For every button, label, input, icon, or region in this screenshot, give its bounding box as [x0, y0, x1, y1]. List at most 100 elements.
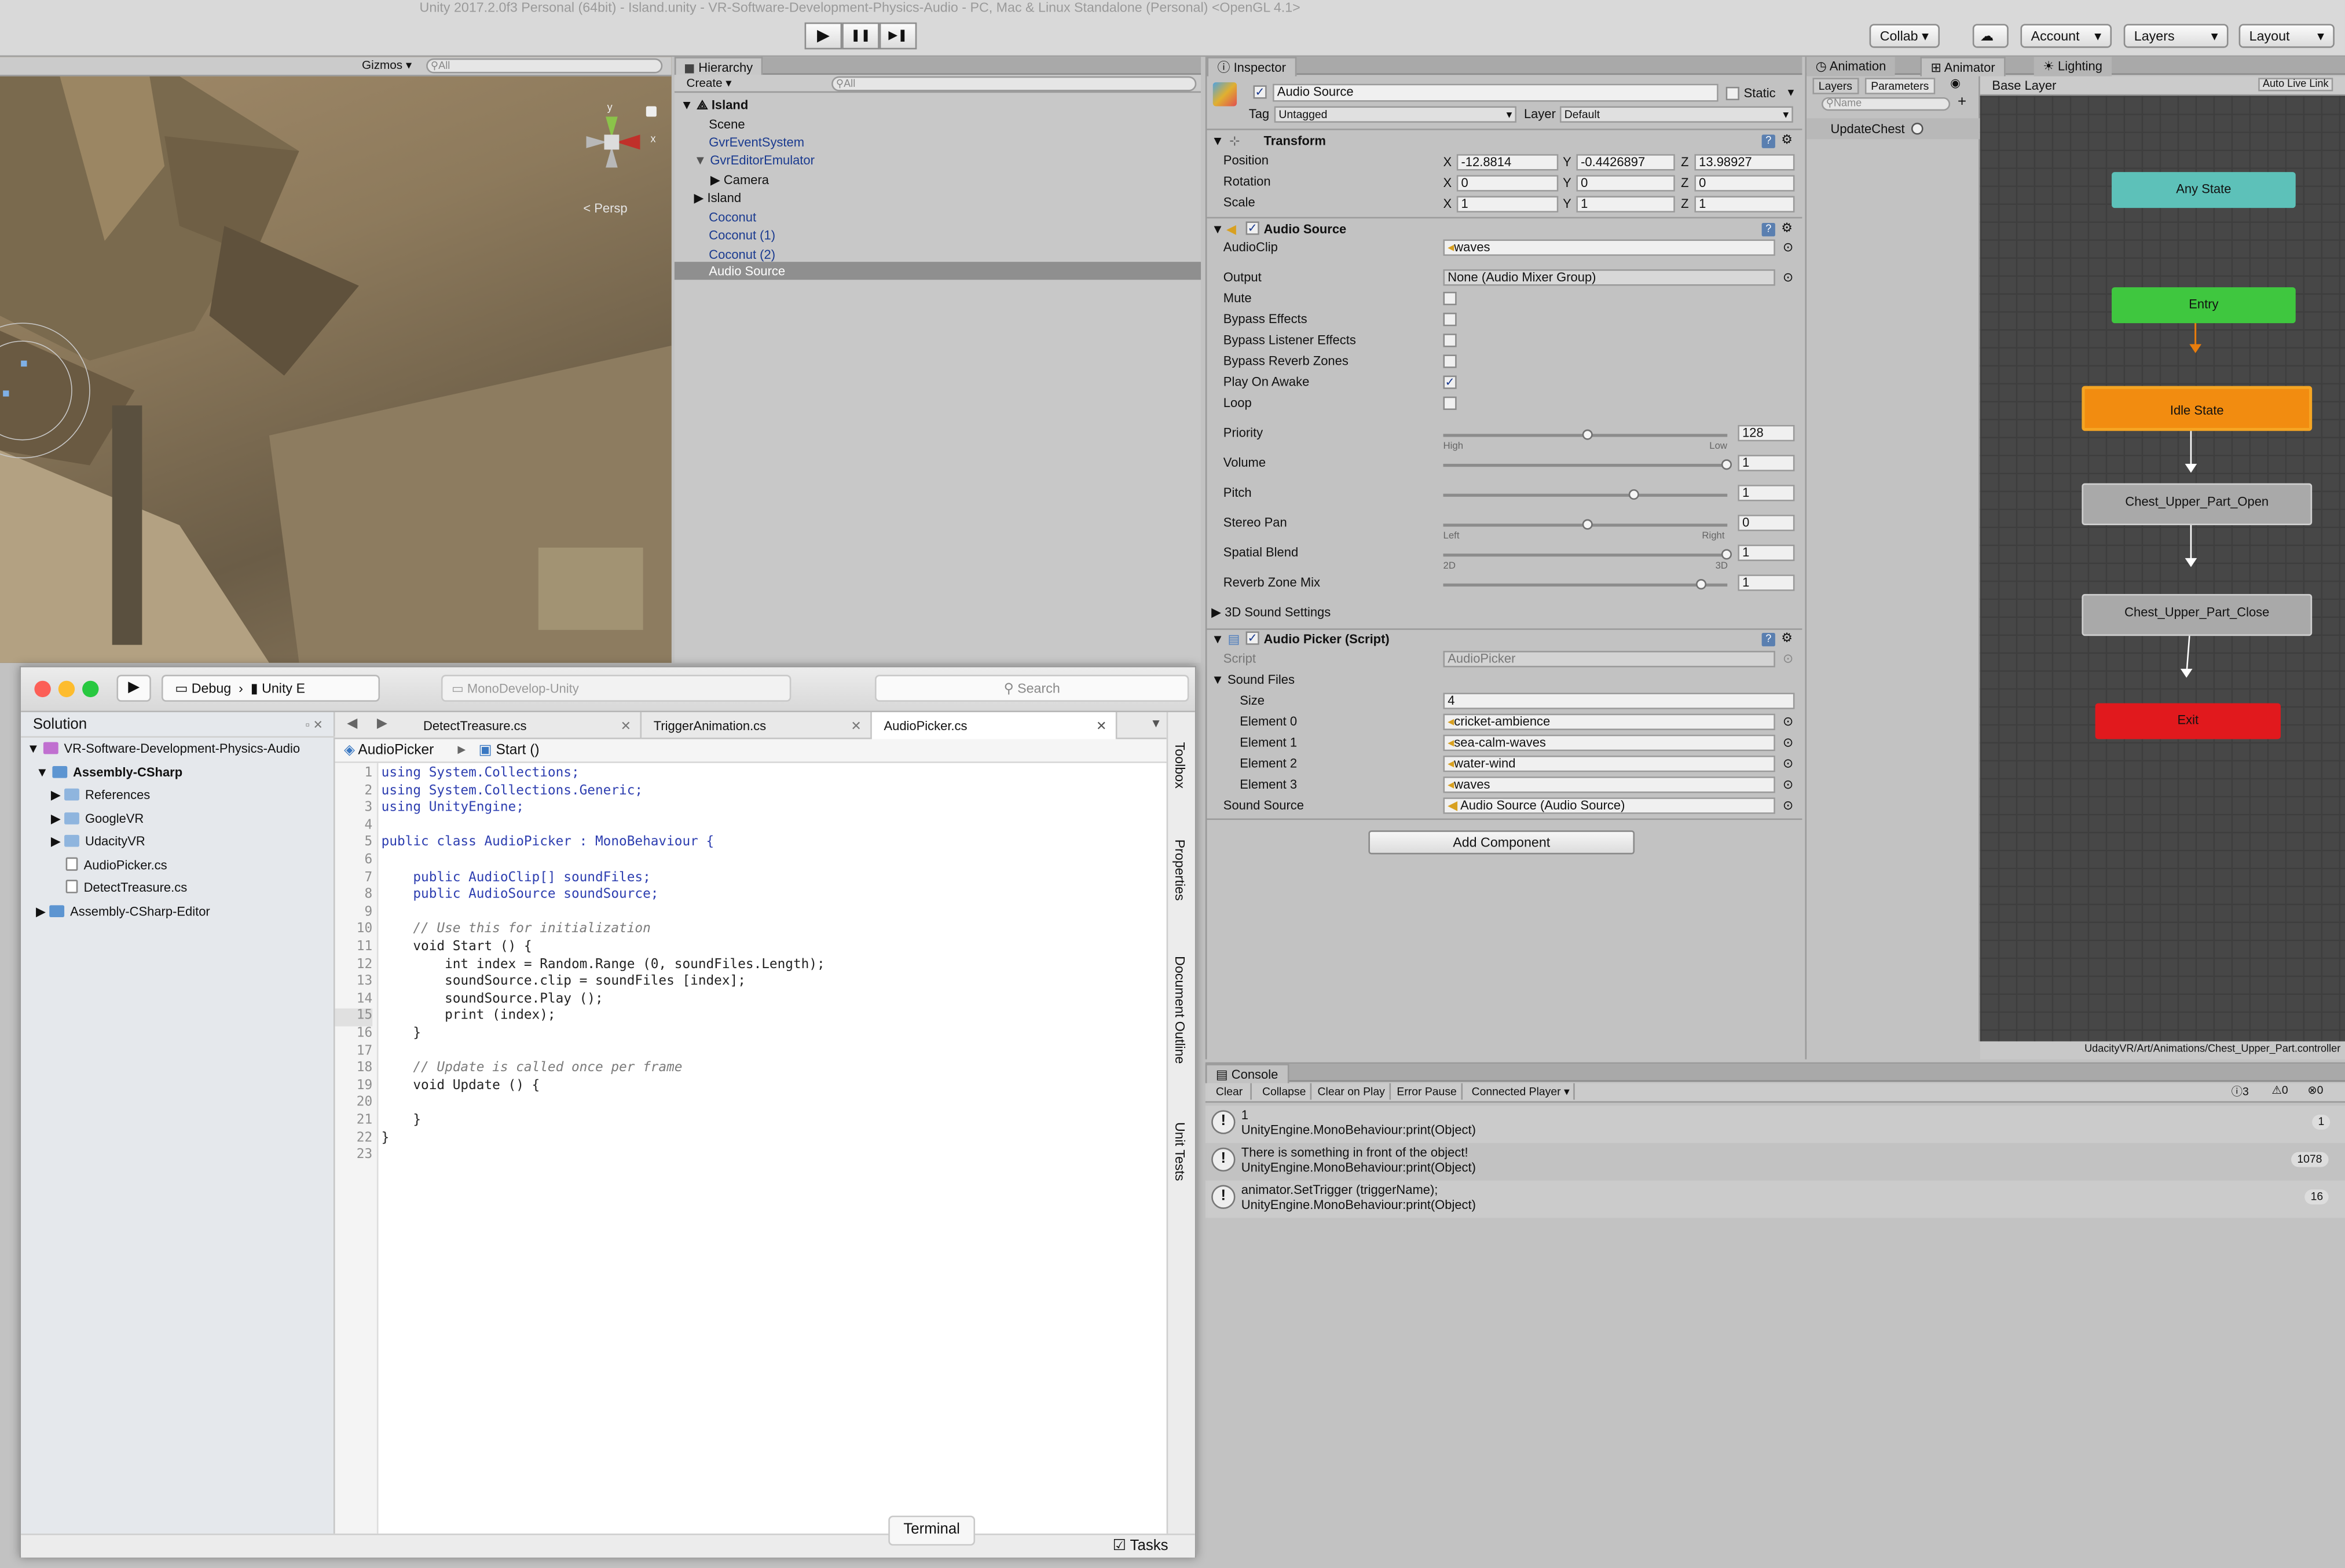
output-field[interactable]: None (Audio Mixer Group) — [1443, 269, 1775, 286]
rotation-x-field[interactable]: 0 — [1456, 175, 1559, 192]
stereo-pan-slider-handle[interactable] — [1582, 519, 1593, 530]
scene-gizmo[interactable]: y x — [574, 103, 656, 179]
element-0-field[interactable]: ◂cricket-ambience — [1443, 713, 1775, 730]
clear-button[interactable]: Clear — [1208, 1083, 1252, 1100]
audio-source-foldout[interactable]: ▼ — [1211, 221, 1224, 237]
error-pause-button[interactable]: Error Pause — [1393, 1083, 1463, 1100]
object-picker-icon[interactable]: ⊙ — [1783, 239, 1793, 255]
eye-icon[interactable]: ◉ — [1950, 76, 1961, 90]
gear-icon[interactable]: ⚙ — [1781, 220, 1793, 236]
state-any-state[interactable]: Any State — [2112, 172, 2296, 208]
parameter-updatechest[interactable]: UpdateChest — [1807, 118, 1980, 140]
reverb-zone-mix-slider[interactable] — [1443, 583, 1728, 586]
priority-slider-handle[interactable] — [1582, 429, 1593, 440]
object-picker-icon[interactable]: ⊙ — [1783, 269, 1793, 285]
state-chest-open[interactable]: Chest_Upper_Part_Open — [2082, 483, 2313, 525]
element-2-field[interactable]: ◂water-wind — [1443, 755, 1775, 772]
object-picker-icon[interactable]: ⊙ — [1783, 756, 1793, 772]
terminal-button[interactable]: Terminal — [888, 1515, 976, 1546]
tab-inspector[interactable]: ⓘ Inspector — [1207, 57, 1296, 76]
mute-checkbox[interactable] — [1443, 291, 1457, 306]
layer-dropdown[interactable]: Default ▾ — [1559, 106, 1793, 123]
account-dropdown[interactable]: Account ▾ — [2020, 24, 2112, 48]
step-button[interactable]: ▶❚ — [879, 22, 917, 50]
tab-back-button[interactable]: ◀ — [347, 715, 357, 731]
audioclip-field[interactable]: ◂waves — [1443, 239, 1775, 256]
bypass-listener-checkbox[interactable] — [1443, 334, 1457, 347]
object-picker-icon[interactable]: ⊙ — [1783, 776, 1793, 793]
side-tab-unit-tests[interactable]: Unit Tests — [1172, 1122, 1188, 1181]
position-y-field[interactable]: -0.4426897 — [1576, 154, 1675, 171]
collapse-button[interactable]: Collapse — [1258, 1083, 1312, 1100]
pitch-slider-handle[interactable] — [1628, 489, 1639, 500]
bypass-effects-checkbox[interactable] — [1443, 313, 1457, 327]
scene-search-input[interactable]: ⚲All — [426, 58, 663, 74]
connected-player-dropdown[interactable]: Connected Player ▾ — [1467, 1083, 1576, 1100]
auto-live-link-button[interactable]: Auto Live Link — [2258, 78, 2333, 91]
tab-triggeranimation[interactable]: TriggerAnimation.cs ✕ — [642, 712, 872, 739]
close-window-button[interactable] — [34, 680, 51, 698]
stereo-pan-field[interactable]: 0 — [1738, 514, 1795, 532]
reverb-zone-mix-field[interactable]: 1 — [1738, 574, 1795, 591]
element-3-field[interactable]: ◂waves — [1443, 776, 1775, 793]
collab-button[interactable]: Collab ▾ — [1869, 24, 1939, 48]
persp-label[interactable]: < Persp — [583, 200, 627, 215]
solution-item-assembly-csharp-editor[interactable]: ▶ Assembly-CSharp-Editor — [36, 901, 210, 924]
close-icon[interactable]: ▫ ✕ — [306, 712, 323, 738]
play-on-awake-checkbox[interactable]: ✓ — [1443, 375, 1457, 389]
audio-picker-foldout[interactable]: ▼ — [1211, 631, 1224, 647]
gear-icon[interactable]: ⚙ — [1781, 131, 1793, 148]
solution-item-detecttreasure[interactable]: DetectTreasure.cs — [65, 877, 187, 900]
position-x-field[interactable]: -12.8814 — [1456, 154, 1559, 171]
help-icon[interactable]: ? — [1761, 223, 1775, 237]
console-row[interactable]: ! 1 UnityEngine.MonoBehaviour:print(Obje… — [1205, 1105, 2345, 1144]
tag-dropdown[interactable]: Untagged ▾ — [1274, 106, 1517, 123]
play-button[interactable]: ▶ — [804, 22, 842, 50]
side-tab-document-outline[interactable]: Document Outline — [1172, 956, 1188, 1064]
spatial-blend-slider[interactable] — [1443, 554, 1728, 556]
audio-picker-enabled-checkbox[interactable]: ✓ — [1245, 631, 1259, 645]
log-count-toggle[interactable]: ⓘ3 — [2232, 1083, 2249, 1100]
help-icon[interactable]: ? — [1761, 134, 1775, 148]
tab-list-dropdown[interactable]: ▼ — [1150, 717, 1161, 730]
pause-button[interactable]: ❚❚ — [842, 22, 880, 50]
scale-z-field[interactable]: 1 — [1694, 196, 1795, 213]
spatial-blend-field[interactable]: 1 — [1738, 544, 1795, 562]
class-breadcrumb[interactable]: ◈ AudioPicker — [344, 739, 434, 763]
size-field[interactable]: 4 — [1443, 693, 1795, 709]
tasks-button[interactable]: ☑ Tasks — [1113, 1538, 1168, 1554]
close-icon[interactable]: ✕ — [621, 712, 631, 739]
hierarchy-search-input[interactable]: ⚲All — [831, 76, 1197, 91]
hierarchy-item-coconut[interactable]: Coconut — [709, 207, 756, 226]
object-picker-icon[interactable]: ⊙ — [1783, 714, 1793, 730]
solution-item-audiopicker[interactable]: AudioPicker.cs — [65, 854, 167, 877]
pitch-slider[interactable] — [1443, 493, 1728, 496]
state-chest-close[interactable]: Chest_Upper_Part_Close — [2082, 594, 2313, 636]
console-row[interactable]: ! There is something in front of the obj… — [1205, 1143, 2345, 1181]
global-search-input[interactable]: ⚲ Search — [874, 675, 1189, 702]
tab-animator[interactable]: ⊞ Animator — [1920, 57, 2006, 76]
add-parameter-button[interactable]: + — [1958, 94, 1966, 111]
solution-item-googlevr[interactable]: ▶ GoogleVR — [51, 808, 144, 831]
tab-forward-button[interactable]: ▶ — [377, 715, 387, 731]
tab-hierarchy[interactable]: Hierarchy — [674, 57, 764, 76]
object-name-field[interactable]: Audio Source — [1273, 83, 1719, 102]
console-row[interactable]: ! animator.SetTrigger (triggerName); Uni… — [1205, 1180, 2345, 1218]
state-exit[interactable]: Exit — [2095, 703, 2281, 739]
gear-icon[interactable]: ⚙ — [1781, 630, 1793, 646]
tab-console[interactable]: ▤ Console — [1205, 1064, 1289, 1083]
gizmos-dropdown[interactable]: Gizmos ▾ — [362, 57, 412, 75]
volume-field[interactable]: 1 — [1738, 455, 1795, 471]
solution-item-assembly-csharp[interactable]: ▼ Assembly-CSharp — [36, 761, 182, 785]
solution-item-root[interactable]: ▼ VR-Software-Development-Physics-Audio — [27, 738, 300, 761]
hierarchy-item-gvreditoremulator[interactable]: ▼ GvrEditorEmulator — [694, 151, 814, 170]
state-entry[interactable]: Entry — [2112, 287, 2296, 324]
pitch-field[interactable]: 1 — [1738, 485, 1795, 501]
side-tab-properties[interactable]: Properties — [1172, 840, 1188, 901]
hierarchy-item-island[interactable]: ▶ Island — [694, 189, 741, 207]
cloud-button[interactable]: ☁ — [1972, 24, 2009, 48]
hierarchy-item-camera[interactable]: ▶ Camera — [710, 170, 769, 188]
volume-slider-handle[interactable] — [1721, 459, 1732, 470]
parameter-search-input[interactable]: ⚲Name — [1821, 97, 1951, 111]
hierarchy-item-island-scene[interactable]: ▼ ⟁ Island — [680, 96, 748, 114]
